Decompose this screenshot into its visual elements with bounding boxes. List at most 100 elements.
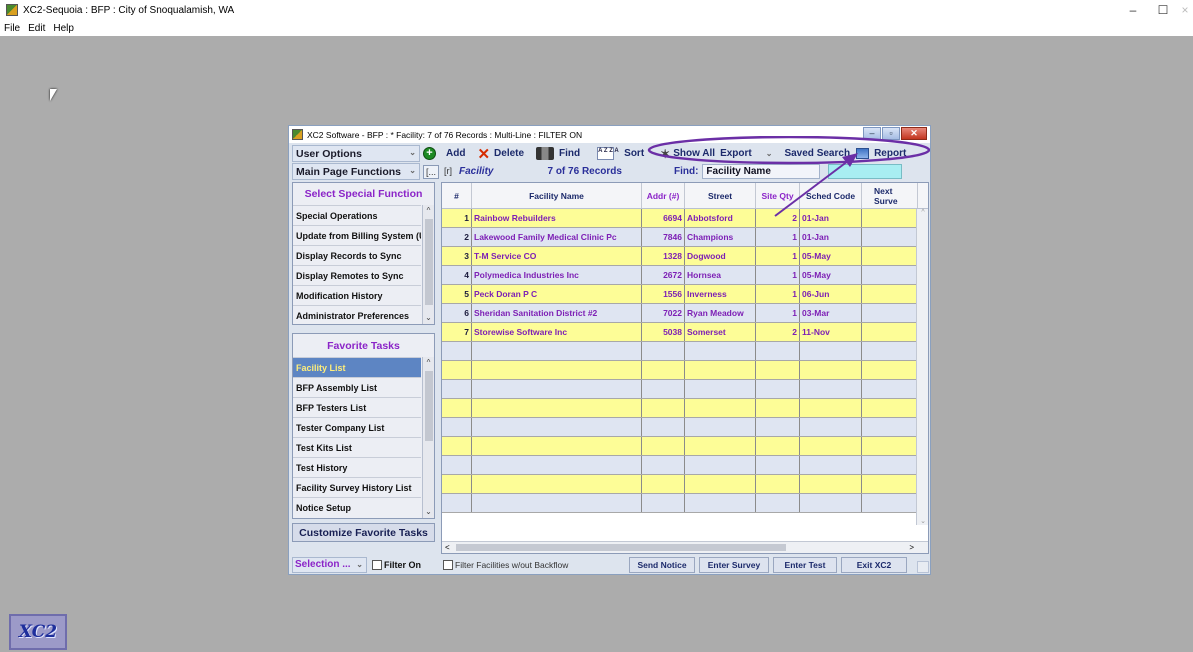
table-row[interactable]: 6 Sheridan Sanitation District #2 7022 Ryan…: [442, 304, 928, 323]
table-row[interactable]: 3 T-M Service CO 1328 Dogwood 1 05-May: [442, 247, 928, 266]
expand-button[interactable]: [...: [423, 164, 440, 179]
cell-qty: 1: [756, 247, 800, 265]
scroll-down-icon[interactable]: ⌄: [423, 312, 434, 324]
window-minimize-button[interactable]: –: [863, 127, 881, 140]
delete-button[interactable]: ✕ Delete: [477, 145, 524, 163]
scroll-down-icon[interactable]: ⌄: [917, 517, 928, 525]
window-maximize-button[interactable]: ▫: [882, 127, 900, 140]
favorite-task-item[interactable]: Test History: [293, 457, 421, 477]
cell-name: Storewise Software Inc: [472, 323, 642, 341]
cell-sched: 03-Mar: [800, 304, 862, 322]
special-function-item[interactable]: Display Remotes to Sync: [293, 265, 421, 285]
delete-x-icon: ✕: [477, 145, 491, 163]
enter-test-button[interactable]: Enter Test: [773, 556, 837, 573]
favorite-task-item[interactable]: Test Kits List: [293, 437, 421, 457]
col-header-num[interactable]: #: [442, 183, 472, 208]
favorite-task-item[interactable]: Facility Survey History List: [293, 477, 421, 497]
resize-grip-icon[interactable]: [917, 561, 929, 573]
sort-button[interactable]: A Z Z A Sort: [597, 145, 644, 162]
favorite-task-item[interactable]: BFP Testers List: [293, 397, 421, 417]
send-notice-button[interactable]: Send Notice: [629, 556, 695, 573]
cell-street: [685, 475, 756, 493]
scroll-down-icon[interactable]: ⌄: [423, 506, 434, 518]
add-label: Add: [446, 148, 466, 159]
cell-street: [685, 437, 756, 455]
export-dropdown[interactable]: Export ⌄: [720, 145, 772, 162]
cell-sched: 05-May: [800, 266, 862, 284]
grid-horizontal-scrollbar[interactable]: < >: [442, 541, 928, 553]
col-header-next-survey[interactable]: Next Surve: [862, 183, 918, 208]
col-header-addr[interactable]: Addr (#): [642, 183, 685, 208]
enter-survey-button[interactable]: Enter Survey: [699, 556, 769, 573]
find-button[interactable]: Find: [536, 145, 580, 162]
table-row[interactable]: 5 Peck Doran P C 1556 Inverness 1 06-Jun: [442, 285, 928, 304]
table-row[interactable]: [442, 342, 928, 361]
close-button[interactable]: ×: [1171, 0, 1193, 20]
favorite-task-item[interactable]: Tester Company List: [293, 417, 421, 437]
cell-next: [862, 456, 918, 474]
scroll-up-icon[interactable]: ^: [423, 205, 434, 217]
cell-addr: 7846: [642, 228, 685, 246]
show-all-button[interactable]: ✶ Show All: [660, 145, 715, 162]
table-row[interactable]: [442, 494, 928, 513]
table-row[interactable]: [442, 399, 928, 418]
window-close-button[interactable]: ✕: [901, 127, 927, 140]
table-row[interactable]: [442, 380, 928, 399]
exit-button[interactable]: Exit XC2: [841, 556, 907, 573]
window-app-icon: [292, 129, 303, 140]
special-function-item[interactable]: Display Records to Sync: [293, 245, 421, 265]
table-row[interactable]: [442, 361, 928, 380]
cell-next: [862, 247, 918, 265]
favorite-task-item[interactable]: BFP Assembly List: [293, 377, 421, 397]
menu-file[interactable]: File: [4, 23, 20, 34]
main-page-functions-dropdown[interactable]: Main Page Functions ⌄: [292, 163, 420, 180]
grid-vertical-scrollbar[interactable]: ^ ⌄: [916, 209, 928, 525]
xc2-taskbar-button[interactable]: XC2: [9, 614, 67, 650]
table-row[interactable]: [442, 437, 928, 456]
table-row[interactable]: [442, 475, 928, 494]
favorite-tasks-scrollbar[interactable]: ^ ⌄: [422, 357, 434, 518]
special-function-item[interactable]: Modification History: [293, 285, 421, 305]
favorite-task-item[interactable]: Facility List: [293, 357, 421, 377]
customize-favorite-tasks-button[interactable]: Customize Favorite Tasks: [292, 523, 435, 542]
add-button[interactable]: + Add: [423, 145, 465, 162]
menu-edit[interactable]: Edit: [28, 23, 45, 34]
user-options-dropdown[interactable]: User Options ⌄: [292, 145, 420, 162]
filter-backflow-checkbox[interactable]: [443, 559, 454, 570]
cell-qty: [756, 342, 800, 360]
menu-help[interactable]: Help: [53, 23, 74, 34]
scroll-right-icon[interactable]: >: [909, 542, 914, 553]
r-button[interactable]: [r]: [442, 165, 454, 179]
table-row[interactable]: 4 Polymedica Industries Inc 2672 Hornsea 1 05…: [442, 266, 928, 285]
selection-dropdown[interactable]: Selection ... ⌄: [292, 556, 367, 573]
cell-num: [442, 342, 472, 360]
special-functions-scrollbar[interactable]: ^ ⌄: [422, 205, 434, 324]
cell-name: Polymedica Industries Inc: [472, 266, 642, 284]
cell-street: Hornsea: [685, 266, 756, 284]
favorite-task-item[interactable]: Notice Setup: [293, 497, 421, 517]
scroll-up-icon[interactable]: ^: [917, 209, 928, 216]
minimize-button[interactable]: –: [1119, 0, 1147, 20]
table-row[interactable]: [442, 418, 928, 437]
table-row[interactable]: 2 Lakewood Family Medical Clinic Pc 7846 Ch…: [442, 228, 928, 247]
col-header-street[interactable]: Street: [685, 183, 756, 208]
cell-street: [685, 361, 756, 379]
cell-sched: [800, 456, 862, 474]
scroll-thumb[interactable]: [456, 544, 786, 551]
cell-sched: 11-Nov: [800, 323, 862, 341]
col-header-facility-name[interactable]: Facility Name: [472, 183, 642, 208]
cell-street: [685, 494, 756, 512]
scroll-left-icon[interactable]: <: [445, 542, 450, 553]
special-function-item[interactable]: Update from Billing System (UF: [293, 225, 421, 245]
scroll-up-icon[interactable]: ^: [423, 357, 434, 369]
special-function-item[interactable]: Administrator Preferences: [293, 305, 421, 325]
filter-on-checkbox[interactable]: [372, 559, 382, 570]
special-function-item[interactable]: Special Operations: [293, 205, 421, 225]
table-row[interactable]: [442, 456, 928, 475]
table-row[interactable]: 7 Storewise Software Inc 5038 Somerset 2 11-N…: [442, 323, 928, 342]
cell-num: [442, 475, 472, 493]
cell-addr: [642, 361, 685, 379]
cell-num: 1: [442, 209, 472, 227]
cell-sched: 05-May: [800, 247, 862, 265]
cell-street: [685, 456, 756, 474]
